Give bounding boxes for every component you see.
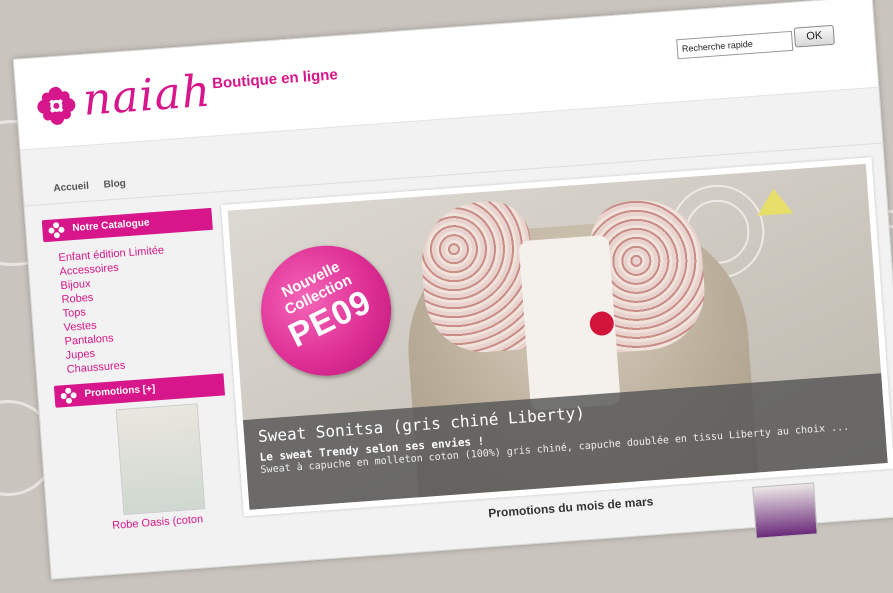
paper-crane-icon	[755, 187, 794, 216]
flower-logo-icon[interactable]	[34, 83, 79, 128]
promotions-title: Promotions [+]	[84, 383, 156, 400]
catalog-header[interactable]: Notre Catalogue	[41, 207, 213, 243]
promotions-heading: Promotions du mois de mars	[487, 494, 654, 521]
sidebar: Notre Catalogue Enfant édition Limitée A…	[41, 207, 238, 579]
new-collection-sticker: Nouvelle Collection PE09	[239, 223, 414, 398]
category-list: Enfant édition Limitée Accessoires Bijou…	[58, 240, 223, 377]
main-nav: Accueil Blog	[53, 177, 138, 194]
mini-flower-icon	[60, 387, 77, 404]
nav-item-accueil[interactable]: Accueil	[53, 181, 89, 195]
featured-banner[interactable]: Nouvelle Collection PE09 Sweat Sonitsa (…	[221, 157, 893, 517]
site-tagline: Boutique en ligne	[211, 66, 339, 93]
catalog-title: Notre Catalogue	[71, 217, 150, 235]
search-input[interactable]	[676, 30, 794, 60]
promo-product-image[interactable]	[115, 403, 206, 516]
mini-flower-icon	[48, 222, 65, 239]
site-logo[interactable]: naiah	[81, 66, 213, 126]
site-header: naiah Boutique en ligne OK	[13, 0, 879, 151]
promotions-header[interactable]: Promotions [+]	[53, 373, 226, 408]
promo-thumbnail[interactable]	[752, 482, 818, 539]
browser-page: naiah Boutique en ligne OK Accueil Blog …	[0, 0, 893, 580]
nav-item-blog[interactable]: Blog	[103, 178, 126, 191]
search-ok-button[interactable]: OK	[793, 24, 835, 48]
shop-page: naiah Boutique en ligne OK Accueil Blog …	[12, 0, 893, 580]
